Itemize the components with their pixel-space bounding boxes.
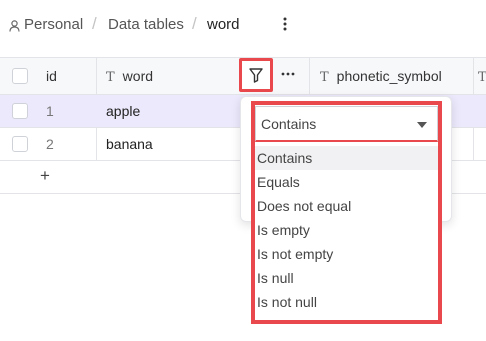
select-all-checkbox[interactable]: [12, 68, 28, 84]
option-is-not-empty[interactable]: Is not empty: [255, 242, 438, 266]
row-checkbox[interactable]: [12, 103, 28, 119]
operator-select[interactable]: Contains: [255, 106, 438, 142]
row-id: 2: [46, 136, 54, 152]
column-header-id[interactable]: id: [46, 58, 57, 95]
option-is-null[interactable]: Is null: [255, 266, 438, 290]
next-column-type-icon: T: [478, 70, 486, 85]
filter-icon: [249, 68, 263, 83]
breadcrumb-word: word: [207, 16, 240, 33]
option-does-not-equal[interactable]: Does not equal: [255, 194, 438, 218]
more-horizontal-icon[interactable]: [280, 66, 296, 82]
more-vertical-icon[interactable]: [277, 14, 293, 34]
breadcrumb: Personal / Data tables / word: [0, 0, 486, 54]
option-contains[interactable]: Contains: [255, 146, 438, 170]
filter-button[interactable]: [239, 58, 273, 92]
person-icon: [9, 20, 20, 32]
operator-options-list: Contains Equals Does not equal Is empty …: [255, 144, 438, 316]
text-type-icon: T: [320, 70, 329, 85]
breadcrumb-data-tables[interactable]: Data tables: [108, 16, 184, 33]
add-row-button[interactable]: +: [40, 166, 50, 186]
row-id: 1: [46, 103, 54, 119]
column-header-phonetic-label: phonetic_symbol: [336, 68, 442, 84]
breadcrumb-personal[interactable]: Personal: [24, 16, 83, 33]
option-is-empty[interactable]: Is empty: [255, 218, 438, 242]
row-checkbox[interactable]: [12, 136, 28, 152]
column-header-phonetic-symbol[interactable]: Tphonetic_symbol: [320, 58, 442, 95]
column-header-word-label: word: [122, 68, 154, 84]
operator-select-value: Contains: [261, 116, 317, 132]
option-is-not-null[interactable]: Is not null: [255, 290, 438, 314]
breadcrumb-separator: /: [92, 14, 97, 33]
option-equals[interactable]: Equals: [255, 170, 438, 194]
cell-word[interactable]: banana: [106, 128, 153, 160]
breadcrumb-separator: /: [192, 14, 197, 33]
cell-word[interactable]: apple: [106, 95, 140, 127]
text-type-icon: T: [106, 70, 115, 85]
caret-down-icon: [417, 122, 427, 128]
column-header-word[interactable]: Tword: [106, 58, 153, 95]
